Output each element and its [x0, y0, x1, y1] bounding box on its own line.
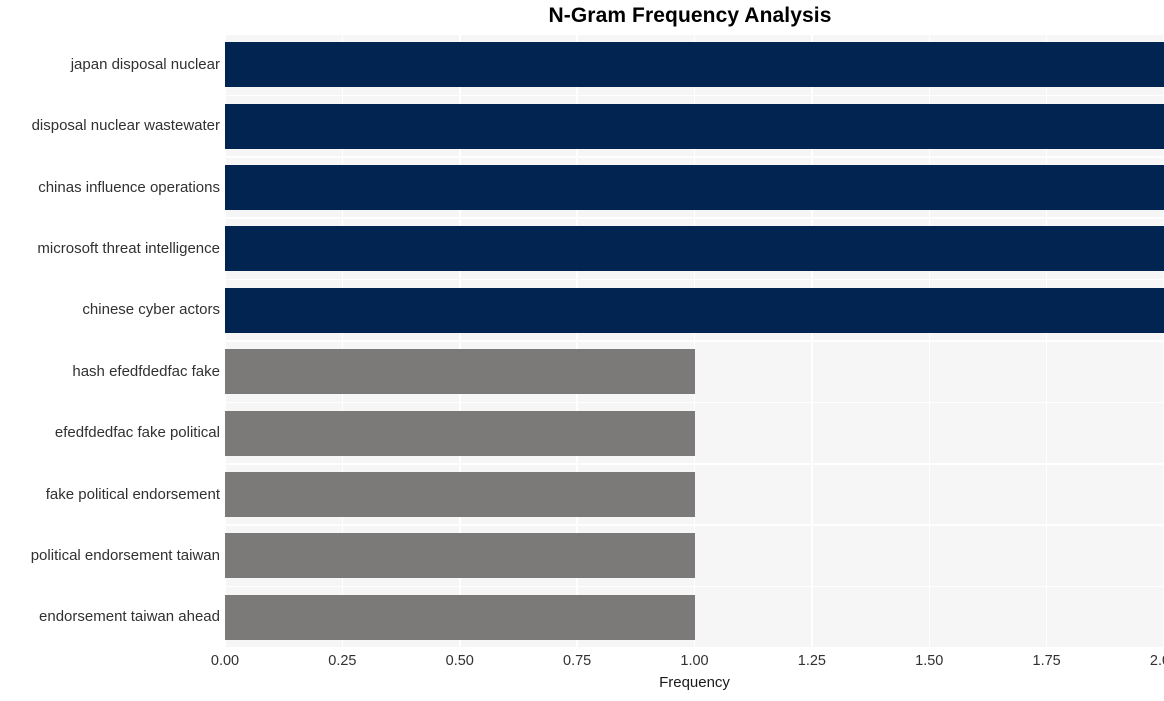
bar [225, 42, 1164, 88]
bar [225, 410, 695, 456]
horizontal-gridline [225, 585, 1164, 588]
bar [225, 533, 695, 579]
x-axis-tick-label: 2.00 [1149, 653, 1164, 669]
x-axis-tick-label: 0.50 [445, 653, 474, 669]
x-axis-tick-label: 1.00 [680, 653, 709, 669]
ngram-frequency-bar-chart: N-Gram Frequency Analysis japan disposal… [0, 0, 1164, 701]
chart-title: N-Gram Frequency Analysis [548, 4, 832, 27]
x-axis-title: Frequency [659, 674, 730, 691]
horizontal-gridline [225, 278, 1164, 281]
bar [225, 165, 1164, 210]
x-axis-tick-label: 1.50 [915, 653, 944, 669]
y-axis-tick-label: chinese cyber actors [82, 301, 220, 319]
y-axis-tick-label: efedfdedfac fake political [54, 424, 220, 442]
plot-area [225, 34, 1164, 648]
horizontal-gridline [225, 524, 1164, 526]
horizontal-gridline [225, 463, 1164, 465]
y-axis-tick-label: endorsement taiwan ahead [39, 608, 220, 626]
y-axis-tick-label: chinas influence operations [38, 178, 220, 196]
horizontal-gridline [225, 34, 1164, 35]
y-axis-tick-label: political endorsement taiwan [30, 546, 220, 564]
bar [225, 349, 695, 395]
horizontal-gridline [225, 340, 1164, 342]
y-axis-tick-label: microsoft threat intelligence [37, 239, 220, 257]
x-axis-tick-label: 1.25 [797, 653, 826, 669]
y-axis-tick-label: japan disposal nuclear [70, 55, 220, 73]
horizontal-gridline [225, 94, 1164, 97]
bar [225, 103, 1164, 149]
bar [225, 472, 695, 517]
bar [225, 226, 1164, 272]
y-axis-tick-label: disposal nuclear wastewater [31, 117, 220, 135]
x-axis-tick-label: 0.00 [210, 653, 240, 669]
x-axis-tick-label: 1.75 [1032, 653, 1061, 669]
x-axis-tick-label: 0.75 [563, 653, 592, 669]
horizontal-gridline [225, 647, 1164, 648]
x-axis-tick-label: 0.25 [328, 653, 357, 669]
horizontal-gridline [225, 217, 1164, 219]
horizontal-gridline [225, 156, 1164, 158]
bar [225, 287, 1164, 333]
horizontal-gridline [225, 401, 1164, 404]
y-axis-tick-label: fake political endorsement [45, 485, 220, 503]
bar [225, 594, 695, 640]
y-axis-tick-label: hash efedfdedfac fake [72, 362, 220, 380]
